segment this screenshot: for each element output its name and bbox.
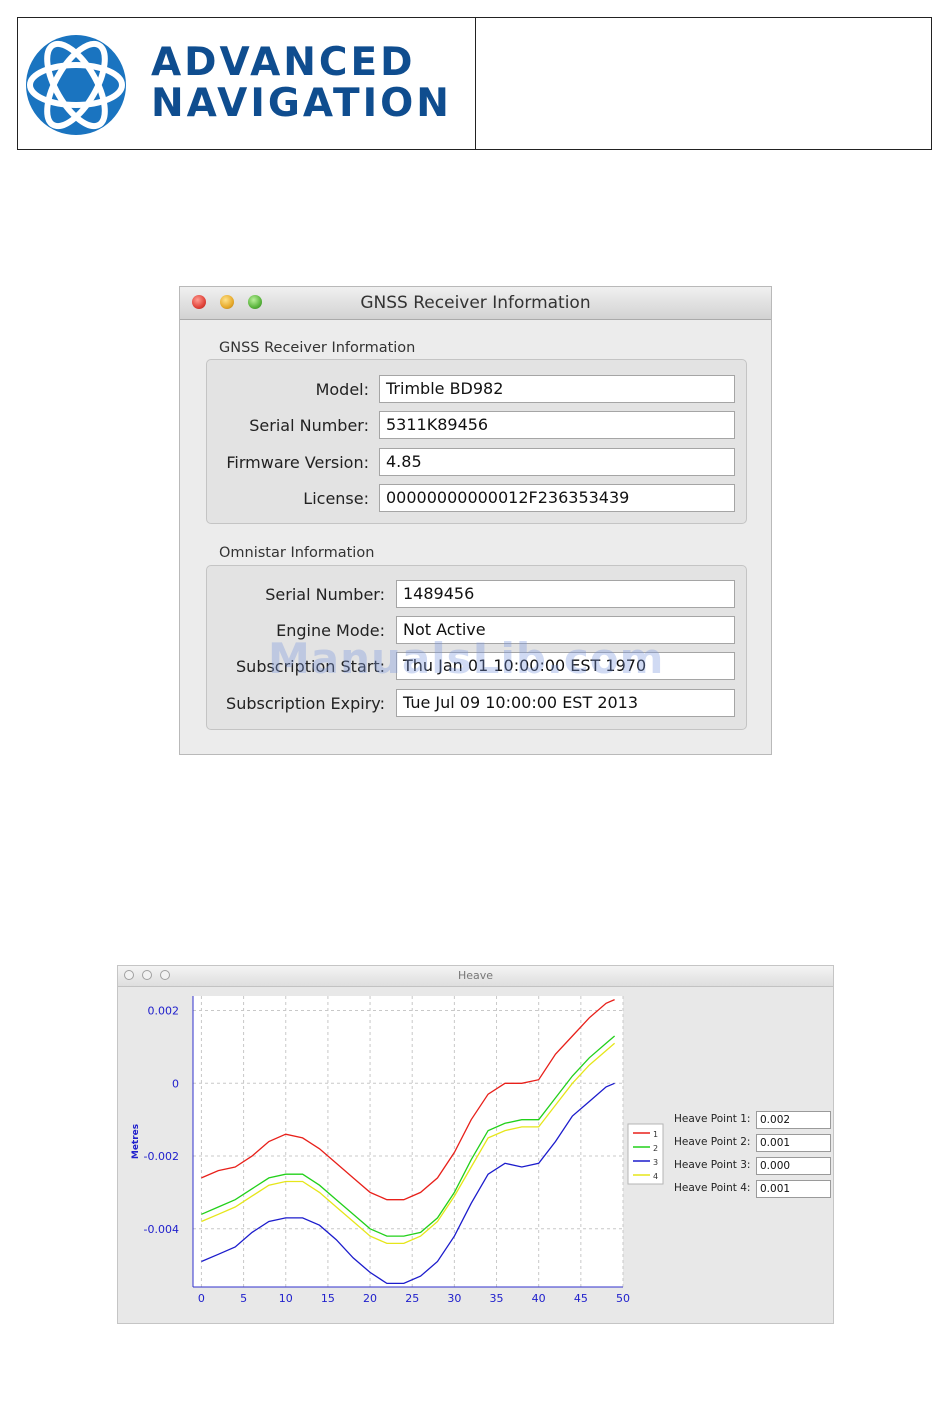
window-titlebar[interactable]: GNSS Receiver Information [180,287,771,320]
heave-point-4-field[interactable]: 0.001 [756,1180,831,1198]
omnistar-row-serial: Serial Number: 1489456 [207,580,746,610]
license-field[interactable]: 00000000000012F236353439 [379,484,735,512]
receiver-group-label: GNSS Receiver Information [219,340,416,356]
heave-point-1-field[interactable]: 0.002 [756,1111,831,1129]
receiver-row-model: Model: Trimble BD982 [207,375,746,405]
heave-point-1-label: Heave Point 1: [674,1113,751,1125]
receiver-groupbox: Model: Trimble BD982 Serial Number: 5311… [206,359,747,524]
firmware-version-label: Firmware Version: [226,453,369,472]
legend-label-2: 2 [653,1144,658,1153]
heave-point-3-label: Heave Point 3: [674,1159,751,1171]
y-axis-label: Metres [131,1124,141,1159]
firmware-version-field[interactable]: 4.85 [379,448,735,476]
x-tick-label: 10 [279,1292,293,1305]
receiver-row-firmware: Firmware Version: 4.85 [207,448,746,478]
omnistar-serial-label: Serial Number: [265,585,385,604]
y-tick-label: 0.002 [148,1005,180,1018]
advanced-navigation-logo-icon [26,35,126,135]
legend-label-1: 1 [653,1130,658,1139]
legend-label-4: 4 [653,1172,658,1181]
y-tick-label: -0.004 [144,1223,179,1236]
x-tick-label: 50 [616,1292,630,1305]
x-tick-label: 45 [574,1292,588,1305]
x-tick-label: 40 [532,1292,546,1305]
x-tick-label: 20 [363,1292,377,1305]
plot-area [193,996,623,1287]
heave-point-2-label: Heave Point 2: [674,1136,751,1148]
brand-line-1: ADVANCED [151,40,416,85]
window-title: GNSS Receiver Information [360,293,591,313]
x-tick-label: 5 [240,1292,247,1305]
heave-point-3-field[interactable]: 0.000 [756,1157,831,1175]
omnistar-group-label: Omnistar Information [219,545,375,561]
watermark: ManualsLib.com [268,634,665,683]
serial-number-field[interactable]: 5311K89456 [379,411,735,439]
heave-point-4-label: Heave Point 4: [674,1182,751,1194]
page-header: ADVANCED NAVIGATION [17,17,932,150]
subscription-expiry-field[interactable]: Tue Jul 09 10:00:00 EST 2013 [396,689,735,717]
y-tick-label: 0 [172,1077,179,1090]
heave-point-2-field[interactable]: 0.001 [756,1134,831,1152]
subscription-expiry-label: Subscription Expiry: [226,694,385,713]
legend-label-3: 3 [653,1158,658,1167]
header-divider [475,18,476,149]
x-tick-label: 30 [447,1292,461,1305]
x-tick-label: 35 [490,1292,504,1305]
x-tick-label: 25 [405,1292,419,1305]
receiver-row-license: License: 00000000000012F236353439 [207,484,746,514]
omnistar-serial-field[interactable]: 1489456 [396,580,735,608]
receiver-row-serial: Serial Number: 5311K89456 [207,411,746,441]
x-tick-label: 0 [198,1292,205,1305]
brand-line-2: NAVIGATION [151,81,452,126]
gnss-info-window: GNSS Receiver Information GNSS Receiver … [179,286,772,755]
y-tick-label: -0.002 [144,1150,179,1163]
model-field[interactable]: Trimble BD982 [379,375,735,403]
omnistar-row-expiry: Subscription Expiry: Tue Jul 09 10:00:00… [207,689,746,719]
x-tick-label: 15 [321,1292,335,1305]
license-label: License: [303,489,369,508]
serial-number-label: Serial Number: [249,416,369,435]
brand-name: ADVANCED NAVIGATION [151,42,452,124]
heave-window: Heave 0 5 10 15 20 25 30 35 40 45 50 0.002 0 -0.002 -0… [117,965,834,1324]
model-label: Model: [315,380,369,399]
